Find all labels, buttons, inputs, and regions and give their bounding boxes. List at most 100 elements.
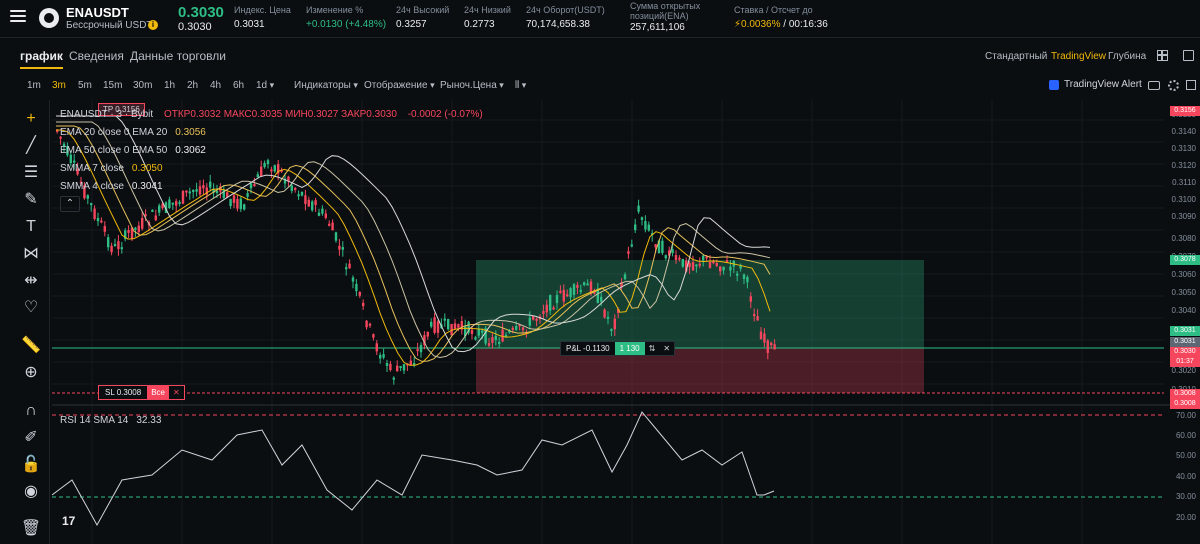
interval-15m[interactable]: 15m [103,80,122,91]
candle-body [178,201,181,204]
stop-loss-close-icon[interactable]: ✕ [169,388,184,397]
interval-4h[interactable]: 4h [210,80,221,91]
candle-body [521,327,525,331]
camera-icon[interactable] [1148,81,1160,90]
tab-info[interactable]: Сведения [69,49,124,63]
tab-chart[interactable]: график [20,49,63,69]
candle-body [498,341,501,344]
candle-body [749,296,752,302]
last-price-tag: 0.3030 [1170,347,1200,357]
candle-body [545,304,548,313]
candle-body [691,262,695,271]
candle-body [719,266,722,272]
legend-smma7: SMMA 7 close 0.3050 [60,163,163,174]
lock-icon[interactable]: 🔓 [20,454,42,476]
price-chart-svg[interactable] [52,100,1200,544]
candle-body [756,316,759,321]
interval-3m[interactable]: 3m [52,80,66,91]
candle-body [110,245,113,253]
stop-loss-tag[interactable]: SL 0.3008 Все ✕ [98,385,185,400]
candle-body [338,245,341,250]
candle-body [379,355,382,359]
stop-loss-all-button[interactable]: Все [147,386,169,399]
candle-body [127,230,130,233]
chart-area[interactable]: TP 0.3156 ENAUSDT · 3 · Bybit ОТКР0.3032… [52,100,1200,544]
tradingview-alert-button[interactable]: TradingView Alert [1064,79,1142,90]
candle-body [294,187,297,190]
zoom-icon[interactable]: ⊕ [20,362,42,384]
candle-body [399,365,402,368]
layout-grid-icon[interactable] [1157,50,1168,61]
expand-icon[interactable] [1183,50,1194,61]
menu-icon[interactable] [10,10,26,24]
display-dropdown[interactable]: Отображение [364,80,435,91]
symbol-name[interactable]: ENAUSDT [66,5,129,20]
candle-body [270,169,273,172]
brush-icon[interactable]: ✎ [20,189,42,211]
candle-body [708,261,712,269]
candle-body [481,330,484,333]
interval-1h[interactable]: 1h [164,80,175,91]
magnet-icon[interactable]: ∩ [20,400,42,422]
candle-body [637,205,640,212]
candle-body [229,198,232,207]
candle-body [766,340,769,353]
legend-collapse-button[interactable]: ⌃ [60,196,80,212]
fib-icon[interactable]: ☰ [20,162,42,184]
eye-icon[interactable]: ◉ [20,481,42,503]
text-icon[interactable]: T [20,216,42,238]
market-price-dropdown[interactable]: Рыноч.Цена [440,80,504,91]
lock-draw-icon[interactable]: ✐ [20,427,42,449]
candle-body [328,223,331,226]
candle-body [137,225,140,233]
interval-2h[interactable]: 2h [187,80,198,91]
gear-icon[interactable] [1168,80,1179,91]
view-depth[interactable]: Глубина [1108,51,1146,62]
candle-body [409,360,412,366]
candle-body [362,302,365,307]
candle-body [623,274,627,280]
position-pnl-tag[interactable]: P&L -0.1130 1 130 ⇅ ✕ [560,341,676,356]
tab-trading-data[interactable]: Данные торговли [130,49,226,63]
pattern-icon[interactable]: ⋈ [20,243,42,265]
close-position-icon[interactable]: ✕ [659,344,674,353]
legend-main: ENAUSDT · 3 · Bybit ОТКР0.3032 МАКС0.303… [60,109,483,120]
view-standard[interactable]: Стандартный [985,51,1047,62]
ruler-icon[interactable]: 📏 [20,335,42,357]
view-tradingview[interactable]: TradingView [1051,51,1106,62]
interval-1d[interactable]: 1d [256,80,274,91]
candle-body [311,201,314,211]
info-icon[interactable]: i [148,20,158,30]
heart-icon[interactable]: ♡ [20,297,42,319]
candle-body [572,284,576,295]
trash-icon[interactable]: 🗑 [20,518,42,540]
crosshair-icon[interactable]: + [20,108,42,130]
price-axis-label: 0.3060 [1171,270,1196,279]
profit-zone [476,260,924,348]
candle-body [627,251,630,254]
trendline-icon[interactable]: ╱ [20,135,42,157]
rsi-axis-label: 60.00 [1175,431,1196,440]
chart-type-icon[interactable]: ⫴ [515,80,526,91]
candle-body [426,331,429,337]
candle-body [232,195,236,203]
candle-body [447,318,450,330]
candle-body [430,321,433,327]
reverse-icon[interactable]: ⇅ [645,344,660,353]
price-axis-label: 0.3080 [1171,234,1196,243]
interval-30m[interactable]: 30m [133,80,152,91]
fullscreen-icon[interactable] [1186,80,1196,90]
measure-icon[interactable]: ⇹ [20,270,42,292]
interval-1m[interactable]: 1m [27,80,41,91]
legend-ema20: EMA 20 close 0 EMA 20 0.3056 [60,127,206,138]
indicators-dropdown[interactable]: Индикаторы [294,80,358,91]
candle-body [168,199,171,209]
interval-6h[interactable]: 6h [233,80,244,91]
candle-body [181,190,185,204]
candle-body [372,334,375,338]
candle-body [433,317,436,333]
candle-body [606,316,610,319]
candle-body [759,331,763,340]
candle-body [93,208,96,219]
interval-5m[interactable]: 5m [78,80,92,91]
